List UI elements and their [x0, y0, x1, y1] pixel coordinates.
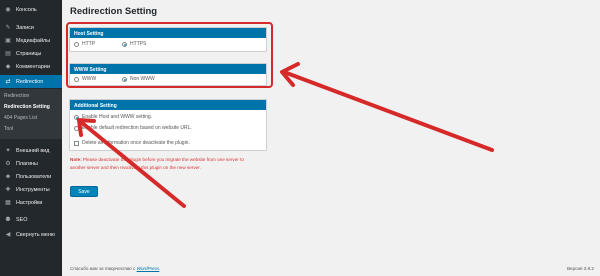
sidebar-item-label: Консоль: [16, 6, 37, 13]
wordpress-link[interactable]: WordPress: [137, 266, 160, 271]
submenu-item-redirection[interactable]: Redirection: [4, 93, 29, 99]
sidebar-item-label: Пользователи: [16, 173, 52, 180]
page-title: Redirection Setting: [70, 6, 158, 17]
delete-info-checkbox[interactable]: [74, 140, 79, 146]
enable-host-www-option[interactable]: Enable Host and WWW setting.: [74, 114, 152, 120]
additional-setting-header: Additional Setting: [70, 100, 266, 110]
dashboard-icon: ◉: [5, 6, 11, 13]
note-prefix: Note:: [70, 157, 82, 162]
additional-setting-box: Additional Setting Enable Host and WWW s…: [69, 99, 267, 151]
sidebar-item-label: Инструменты: [16, 186, 50, 193]
sidebar-item-label: Записи: [16, 24, 34, 31]
plugin-icon: ⚙: [5, 160, 11, 167]
pin-icon: ✎: [5, 24, 11, 31]
sidebar-item-media[interactable]: ▣ Медиафайлы: [0, 34, 62, 47]
redirect-icon: ⇄: [5, 78, 11, 85]
enable-default-redirect-radio[interactable]: [74, 125, 79, 131]
sidebar-item-pages[interactable]: ▤ Страницы: [0, 47, 62, 60]
submenu-item-redirection-setting[interactable]: Redirection Setting: [4, 104, 50, 110]
collapse-icon: ◀: [5, 231, 11, 238]
comment-icon: ◆: [5, 63, 11, 70]
enable-host-www-label: Enable Host and WWW setting.: [82, 114, 153, 120]
annotation-arrowhead-upper: [280, 62, 300, 87]
enable-host-www-radio[interactable]: [74, 114, 79, 120]
sidebar-item-label: Настройки: [16, 199, 43, 206]
page-icon: ▤: [5, 50, 11, 57]
appearance-icon: ✦: [5, 147, 11, 154]
sidebar-item-label: Redirection: [16, 78, 44, 85]
note-line-2: another server and then reactivate this …: [70, 164, 201, 170]
sidebar-item-comments[interactable]: ◆ Комментарии: [0, 60, 62, 73]
admin-sidebar: ◉ Консоль ✎ Записи ▣ Медиафайлы ▤ Страни…: [0, 0, 62, 276]
sidebar-item-settings[interactable]: ▦ Настройки: [0, 196, 62, 209]
enable-default-redirect-label: Enable default redirection based on webs…: [82, 125, 192, 131]
migration-note: Note: Please deactivate this plugin befo…: [70, 156, 310, 171]
save-button[interactable]: Save: [70, 186, 98, 197]
sidebar-item-label: Комментарии: [16, 63, 50, 70]
footer-credit: Спасибо вам за творчество с WordPress.: [70, 266, 161, 271]
delete-info-option[interactable]: Delete all information once deactivate t…: [74, 140, 190, 146]
media-icon: ▣: [5, 37, 11, 44]
sidebar-item-users[interactable]: ☻ Пользователи: [0, 170, 62, 183]
settings-icon: ▦: [5, 199, 11, 206]
delete-info-label: Delete all information once deactivate t…: [82, 140, 190, 146]
sidebar-item-redirection[interactable]: ⇄ Redirection: [0, 75, 62, 88]
redirection-submenu: Redirection Redirection Setting 404 Page…: [0, 89, 62, 139]
footer-version: Версия 3.9.2: [566, 266, 594, 271]
sidebar-item-plugins[interactable]: ⚙ Плагины: [0, 157, 62, 170]
sidebar-item-label: Страницы: [16, 50, 42, 57]
sidebar-item-label: Свернуть меню: [16, 231, 55, 238]
submenu-item-404-pages[interactable]: 404 Pages List: [4, 115, 37, 121]
tools-icon: ✚: [5, 186, 11, 193]
sidebar-item-label: SEO: [16, 216, 28, 223]
sidebar-item-dashboard[interactable]: ◉ Консоль: [0, 3, 62, 16]
enable-default-redirect-option[interactable]: Enable default redirection based on webs…: [74, 125, 192, 131]
annotation-highlight-box: [66, 22, 273, 88]
sidebar-item-label: Плагины: [16, 160, 38, 167]
users-icon: ☻: [4, 173, 12, 180]
sidebar-collapse-menu[interactable]: ◀ Свернуть меню: [0, 228, 62, 241]
seo-icon: ⚉: [5, 216, 11, 223]
sidebar-item-label: Медиафайлы: [16, 37, 51, 44]
sidebar-item-tools[interactable]: ✚ Инструменты: [0, 183, 62, 196]
footer-credit-text: Спасибо вам за творчество с: [70, 266, 136, 271]
footer-credit-suffix: .: [159, 266, 161, 271]
annotation-arrow-upper: [282, 70, 494, 152]
sidebar-item-label: Внешний вид: [16, 147, 50, 154]
sidebar-item-posts[interactable]: ✎ Записи: [0, 21, 62, 34]
note-line-1: Please deactivate this plugin before you…: [83, 157, 244, 162]
sidebar-item-appearance[interactable]: ✦ Внешний вид: [0, 144, 62, 157]
submenu-item-tool[interactable]: Tool: [4, 126, 13, 132]
sidebar-item-seo[interactable]: ⚉ SEO: [0, 213, 62, 226]
